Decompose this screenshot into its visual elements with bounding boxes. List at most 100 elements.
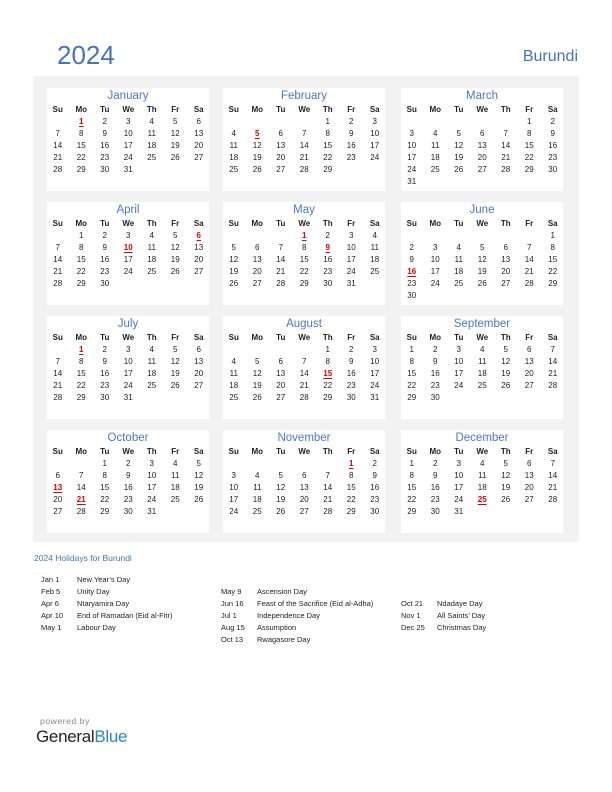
holiday-day-cell: 16 [407, 267, 417, 277]
day-cell: 24 [454, 495, 464, 505]
logo-blue: Blue [94, 727, 128, 746]
day-cell: 21 [501, 153, 511, 163]
day-cell: 19 [170, 369, 180, 379]
day-cell: 10 [370, 129, 380, 139]
logo-general: General [36, 727, 95, 746]
weekday-label: Su [406, 219, 417, 228]
holiday-column: May 9 Ascension Day Jun 16 Feast of the Sac… [221, 586, 373, 646]
day-cell: 7 [302, 357, 307, 367]
day-cell: 6 [278, 357, 283, 367]
day-cell: 14 [76, 483, 86, 493]
day-cell: 16 [430, 483, 440, 493]
day-cell: 1 [325, 345, 330, 354]
weekday-label: Th [146, 219, 157, 228]
day-cell: 18 [430, 153, 440, 163]
weekday-label: Su [406, 333, 417, 342]
day-cell: 14 [548, 357, 558, 367]
holiday-item: Jul 1 Independence Day [221, 610, 373, 622]
empty-cell [222, 344, 246, 356]
day-cell: 29 [323, 165, 333, 175]
day-cell: 29 [76, 279, 86, 289]
holiday-name: Feast of the Sacrifice (Eid al-Adha) [257, 599, 374, 609]
weekday-label: Th [322, 447, 333, 456]
day-cell: 10 [454, 471, 464, 481]
day-cell: 2 [102, 117, 107, 126]
day-cell: 10 [123, 357, 133, 367]
holiday-date: Aug 15 [221, 623, 245, 633]
day-cell: 1 [102, 459, 107, 468]
month-grid: Su Mo Tu We Th Fr Sa 1 2 3 4 5 6 7 8 9 10 11 12 13 14 15 16 17 1… [46, 331, 209, 404]
day-cell: 11 [454, 255, 463, 265]
day-cell: 14 [276, 255, 286, 265]
day-cell: 2 [433, 459, 438, 468]
day-cell: 16 [370, 483, 380, 493]
day-cell: 16 [346, 141, 356, 151]
weekday-label: Sa [193, 219, 204, 228]
weekday-label: Th [146, 447, 157, 456]
day-cell: 22 [407, 495, 417, 505]
weekday-label: Su [406, 105, 417, 114]
day-cell: 18 [229, 153, 239, 163]
day-cell: 17 [147, 483, 157, 493]
weekday-label: Mo [429, 333, 442, 342]
holiday-date: Oct 21 [401, 599, 424, 608]
day-cell: 13 [194, 129, 204, 139]
day-cell: 21 [53, 267, 63, 277]
weekday-label: Th [500, 105, 511, 114]
day-cell: 20 [53, 495, 63, 505]
day-cell: 30 [548, 165, 558, 175]
month-card-november: November Su Mo Tu We Th Fr Sa 1 2 3 4 5 6 7 8 9 10 11 12 13 1… [223, 430, 385, 533]
weekday-label: Fr [525, 447, 534, 456]
day-cell: 8 [409, 471, 414, 481]
day-cell: 25 [147, 153, 157, 163]
weekday-label: Fr [171, 219, 180, 228]
day-cell: 12 [170, 243, 180, 253]
day-cell: 2 [126, 459, 131, 468]
weekday-label: Mo [75, 333, 88, 342]
day-cell: 27 [501, 279, 511, 289]
holiday-item: May 1 Labour Day [41, 622, 172, 634]
day-cell: 31 [123, 165, 133, 175]
day-cell: 27 [524, 381, 534, 391]
day-cell: 4 [149, 231, 154, 240]
year-title: 2024 [57, 40, 115, 70]
day-cell: 3 [409, 129, 414, 139]
day-cell: 2 [372, 459, 377, 468]
day-cell: 20 [524, 369, 534, 379]
day-cell: 30 [100, 279, 110, 289]
day-cell: 6 [255, 243, 260, 253]
day-cell: 5 [196, 459, 201, 468]
day-cell: 2 [550, 117, 555, 126]
holiday-name: Ntaryamira Day [77, 599, 130, 609]
day-cell: 30 [100, 393, 110, 403]
day-cell: 28 [276, 279, 286, 289]
day-cell: 28 [299, 165, 309, 175]
holiday-date: Apr 6 [41, 599, 59, 609]
day-cell: 20 [299, 495, 309, 505]
day-cell: 1 [550, 231, 555, 240]
day-cell: 18 [147, 255, 157, 265]
empty-cell [424, 230, 448, 242]
weekday-label: Mo [251, 333, 264, 342]
day-cell: 14 [53, 369, 63, 379]
weekday-label: We [476, 333, 489, 342]
day-cell: 17 [370, 141, 380, 151]
day-cell: 9 [102, 129, 107, 139]
day-cell: 29 [548, 279, 558, 289]
day-cell: 12 [252, 369, 262, 379]
day-cell: 10 [370, 357, 380, 367]
weekday-label: Fr [171, 447, 180, 456]
holiday-day-cell: 6 [196, 231, 201, 240]
day-cell: 26 [252, 165, 262, 175]
generalblue-logo[interactable]: GeneralBlue [36, 727, 128, 747]
holiday-day-cell: 1 [302, 231, 307, 240]
weekday-label: We [122, 333, 135, 342]
day-cell: 29 [524, 165, 534, 175]
day-cell: 11 [147, 243, 156, 253]
day-cell: 14 [501, 141, 511, 151]
day-cell: 15 [76, 255, 86, 265]
day-cell: 28 [76, 507, 86, 517]
empty-cell [246, 344, 270, 356]
day-cell: 7 [55, 129, 60, 139]
day-cell: 16 [100, 255, 110, 265]
